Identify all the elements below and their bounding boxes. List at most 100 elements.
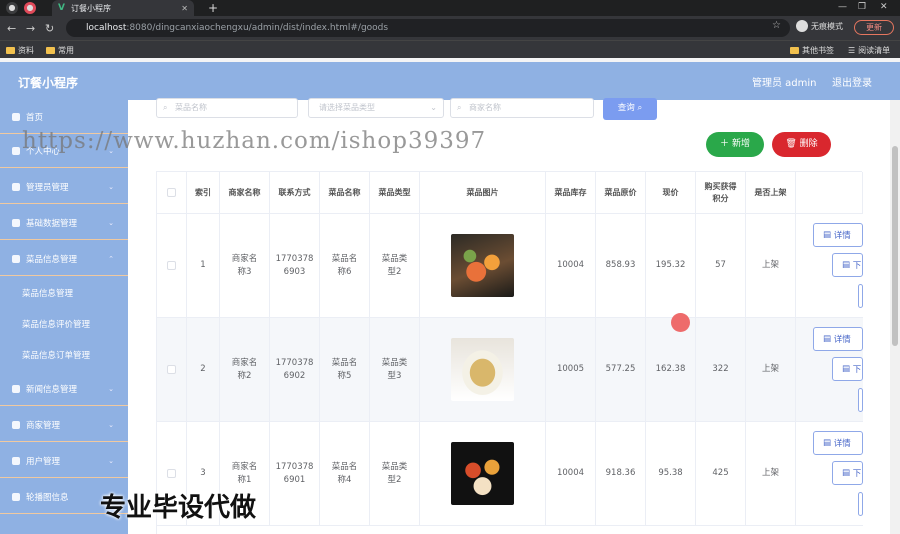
add-button[interactable]: ＋ 新增	[706, 132, 764, 157]
detail-button[interactable]: ▤ 详情	[813, 327, 863, 351]
scrollbar-thumb[interactable]	[892, 146, 898, 346]
sidebar-item-dish[interactable]: 菜品信息管理 ⌃	[0, 242, 128, 276]
cell-price: 858.93	[596, 214, 646, 317]
tab-close-icon[interactable]: ✕	[181, 4, 188, 13]
incognito-icon	[796, 20, 808, 32]
submenu-dish-review[interactable]: 菜品信息评价管理	[0, 308, 128, 339]
select-all-header[interactable]	[157, 172, 187, 214]
more-button[interactable]	[858, 492, 863, 516]
cell-index: 2	[187, 318, 220, 421]
column-header[interactable]: 联系方式	[270, 172, 320, 214]
dish-name-input[interactable]: ⌕ 菜品名称	[156, 98, 298, 118]
column-header[interactable]: 索引	[187, 172, 220, 214]
column-header[interactable]: 现价	[646, 172, 696, 214]
bookmark-star-icon[interactable]: ☆	[772, 20, 781, 31]
more-button[interactable]	[858, 284, 863, 308]
sidebar-item-admin[interactable]: 管理员管理 ⌄	[0, 170, 128, 204]
sidebar-item-data[interactable]: 基础数据管理 ⌄	[0, 206, 128, 240]
back-icon[interactable]: ←	[7, 22, 19, 35]
close-window-icon[interactable]: ✕	[880, 2, 888, 12]
sidebar-item-users[interactable]: 用户管理 ⌄	[0, 444, 128, 478]
sidebar-item-news[interactable]: 新闻信息管理 ⌄	[0, 372, 128, 406]
url-watermark: https://www.huzhan.com/ishop39397	[22, 128, 487, 154]
chevron-down-icon: ⌄	[108, 384, 114, 393]
cell-price: 577.25	[596, 318, 646, 421]
promo-watermark: 专业毕设代做	[100, 493, 257, 523]
cell-price: 918.36	[596, 422, 646, 525]
bookmark-folder[interactable]: 资料	[6, 45, 34, 56]
cell-phone: 17703786903	[270, 214, 320, 317]
row-checkbox-cell[interactable]	[157, 318, 187, 421]
reading-list[interactable]: ☰ 阅读清单	[848, 45, 890, 56]
page-scrollbar[interactable]	[890, 100, 900, 534]
sidebar-item-merchant[interactable]: 商家管理 ⌄	[0, 408, 128, 442]
cell-dish-image	[420, 422, 546, 525]
table-row[interactable]: 1 商家名称3 17703786903 菜品名称6 菜品类型2 10004 85…	[157, 214, 863, 318]
detail-button[interactable]: ▤ 详情	[813, 223, 863, 247]
offshelf-button[interactable]: ▤ 下	[832, 357, 863, 381]
shop-icon	[12, 420, 20, 429]
column-header[interactable]: 菜品名称	[320, 172, 370, 214]
document-icon: ▤	[842, 468, 851, 478]
restore-icon[interactable]: ❐	[858, 2, 866, 12]
chevron-down-icon: ⌄	[108, 218, 114, 227]
submenu-dish-order[interactable]: 菜品信息订单管理	[0, 339, 128, 370]
minimize-icon[interactable]: —	[838, 2, 847, 12]
chevron-down-icon: ⌄	[430, 103, 437, 112]
merchant-name-input[interactable]: ⌕ 商家名称	[450, 98, 594, 118]
search-icon: ⌕	[457, 103, 462, 112]
cell-status: 上架	[746, 214, 796, 317]
app-brand: 订餐小程序	[18, 76, 79, 90]
dish-icon	[12, 254, 20, 263]
detail-button[interactable]: ▤ 详情	[813, 431, 863, 455]
cell-stock: 10004	[546, 422, 596, 525]
incognito-tab-icon[interactable]: ●	[24, 2, 36, 14]
submenu-dish-info[interactable]: 菜品信息管理	[0, 277, 128, 308]
column-header[interactable]: 菜品类型	[370, 172, 420, 214]
cell-now-price: 95.38	[646, 422, 696, 525]
row-checkbox[interactable]	[167, 469, 176, 478]
incognito-indicator[interactable]: 无痕模式	[796, 20, 843, 32]
browser-tab[interactable]: V 订餐小程序 ✕	[52, 0, 194, 16]
column-header[interactable]: 购买获得积分	[696, 172, 746, 214]
offshelf-button[interactable]: ▤ 下	[832, 253, 863, 277]
more-button[interactable]	[858, 388, 863, 412]
offshelf-button[interactable]: ▤ 下	[832, 461, 863, 485]
dish-image[interactable]	[451, 442, 514, 505]
dish-image[interactable]	[451, 338, 514, 401]
row-checkbox-cell[interactable]	[157, 214, 187, 317]
browser-menu-icon[interactable]: ●	[6, 2, 18, 14]
table-row[interactable]: 3 商家名称1 17703786901 菜品名称4 菜品类型2 10004 91…	[157, 422, 863, 526]
reading-list-icon: ☰	[848, 46, 856, 55]
column-header[interactable]: 是否上架	[746, 172, 796, 214]
new-tab-icon[interactable]: +	[208, 1, 218, 15]
column-header[interactable]: 菜品原价	[596, 172, 646, 214]
row-checkbox[interactable]	[167, 365, 176, 374]
document-icon: ▤	[842, 260, 851, 270]
logout-link[interactable]: 退出登录	[832, 74, 872, 89]
bookmark-folder[interactable]: 常用	[46, 45, 74, 56]
delete-button[interactable]: 🗑 删除	[772, 132, 831, 157]
row-checkbox[interactable]	[167, 261, 176, 270]
data-icon	[12, 218, 20, 227]
sidebar: 首页 个人中心 ⌄ 管理员管理 ⌄ 基础数据管理 ⌄ 菜品信息管理 ⌃ 菜品信息管理 菜…	[0, 100, 128, 534]
column-header[interactable]: 商家名称	[220, 172, 270, 214]
cell-index: 1	[187, 214, 220, 317]
query-button[interactable]: 查询 ⌕	[603, 98, 657, 120]
dish-image[interactable]	[451, 234, 514, 297]
column-header[interactable]: 菜品图片	[420, 172, 546, 214]
reload-icon[interactable]: ↻	[45, 22, 57, 35]
url-field[interactable]: localhost:8080/dingcanxiaochengxu/admin/…	[66, 19, 790, 37]
table-row[interactable]: 2 商家名称2 17703786902 菜品名称5 菜品类型3 10005 57…	[157, 318, 863, 422]
column-header[interactable]: 菜品库存	[546, 172, 596, 214]
vue-logo-icon: V	[58, 3, 65, 13]
select-all-checkbox[interactable]	[167, 188, 176, 197]
cell-status: 上架	[746, 318, 796, 421]
other-bookmarks[interactable]: 其他书签	[790, 45, 834, 56]
forward-icon[interactable]: →	[26, 22, 38, 35]
document-icon: ▤	[823, 230, 832, 240]
tab-title: 订餐小程序	[70, 3, 111, 13]
cell-phone: 17703786901	[270, 422, 320, 525]
update-button[interactable]: 更新	[854, 20, 894, 35]
dish-type-select[interactable]: 请选择菜品类型 ⌄	[308, 98, 444, 118]
